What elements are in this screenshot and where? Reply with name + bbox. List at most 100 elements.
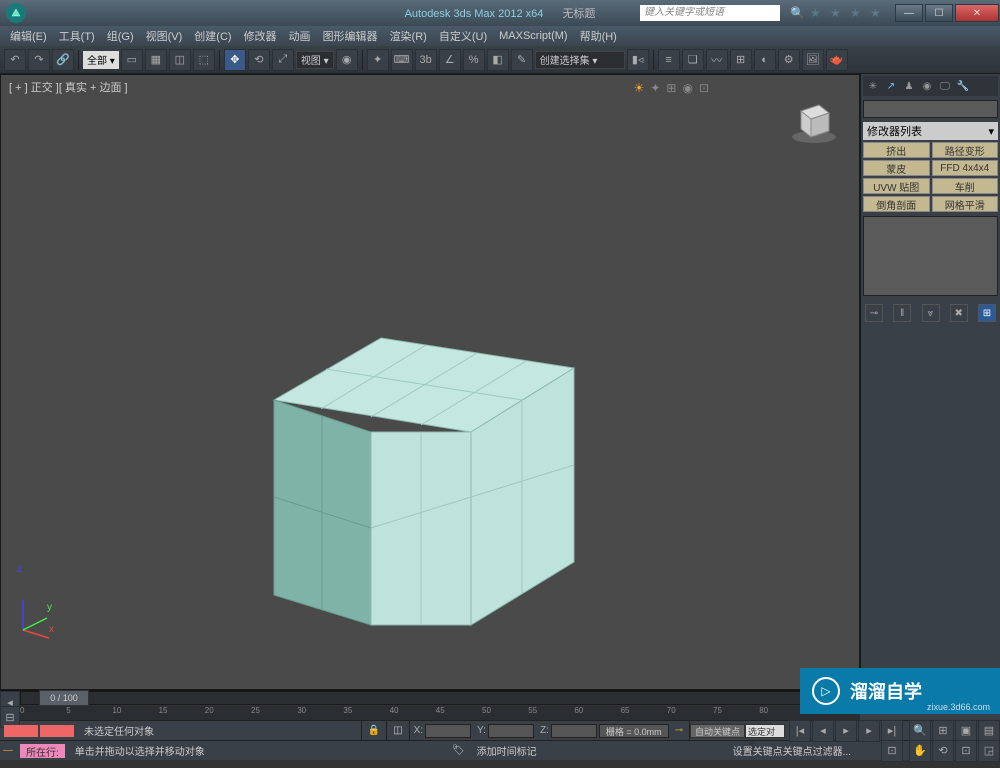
- rotate-icon[interactable]: ⟲: [248, 49, 270, 71]
- sun-icon[interactable]: ☀: [634, 81, 645, 95]
- menu-maxscript[interactable]: MAXScript(M): [493, 30, 573, 42]
- show-end-result-icon[interactable]: ‖: [893, 304, 911, 322]
- time-slider-handle[interactable]: 0 / 100: [39, 690, 89, 706]
- modifier-button[interactable]: 网格平滑: [932, 196, 999, 212]
- keyboard-shortcut-icon[interactable]: ⌨: [391, 49, 413, 71]
- star-icon[interactable]: ★: [830, 6, 844, 20]
- play-icon[interactable]: ▸: [835, 720, 857, 742]
- scene-object-cube[interactable]: [241, 275, 581, 615]
- align-icon[interactable]: ≡: [658, 49, 680, 71]
- motion-tab-icon[interactable]: ◉: [919, 78, 935, 94]
- percent-snap-icon[interactable]: %: [463, 49, 485, 71]
- select-by-name-icon[interactable]: ▦: [145, 49, 167, 71]
- named-selection-set-dropdown[interactable]: 创建选择集 ▾: [535, 51, 625, 69]
- layers-icon[interactable]: ❏: [682, 49, 704, 71]
- close-button[interactable]: ✕: [955, 4, 999, 22]
- time-config-icon[interactable]: ⊡: [881, 740, 903, 762]
- menu-rendering[interactable]: 渲染(R): [384, 28, 433, 44]
- viewcube-icon[interactable]: [789, 95, 839, 145]
- zoom-all-icon[interactable]: ⊞: [932, 720, 954, 742]
- select-object-icon[interactable]: ▭: [121, 49, 143, 71]
- utilities-tab-icon[interactable]: 🔧: [955, 78, 971, 94]
- create-tab-icon[interactable]: ✳: [865, 78, 881, 94]
- viewport-nav-icon[interactable]: ◲: [978, 740, 1000, 762]
- window-crossing-icon[interactable]: ⬚: [193, 49, 215, 71]
- object-name-field[interactable]: [863, 100, 998, 118]
- minimize-button[interactable]: —: [895, 4, 923, 22]
- app-logo-icon[interactable]: ⟁: [6, 3, 26, 23]
- modifier-button[interactable]: 倒角剖面: [863, 196, 930, 212]
- coord-x-field[interactable]: [425, 724, 471, 738]
- script-listener-icon[interactable]: —: [0, 745, 16, 756]
- tool-icon[interactable]: ⊞: [666, 81, 676, 95]
- pin-stack-icon[interactable]: ⊸: [865, 304, 883, 322]
- angle-snap-icon[interactable]: ∠: [439, 49, 461, 71]
- snap-toggle-icon[interactable]: 3b: [415, 49, 437, 71]
- tool-icon[interactable]: ⊡: [699, 81, 709, 95]
- auto-key-button[interactable]: 自动关键点: [690, 724, 745, 738]
- modifier-button[interactable]: 车削: [932, 178, 999, 194]
- undo-icon[interactable]: ↶: [4, 49, 26, 71]
- next-frame-icon[interactable]: ▸: [858, 720, 880, 742]
- time-slider[interactable]: 0 / 100: [20, 691, 860, 705]
- modifier-button[interactable]: 蒙皮: [863, 160, 930, 176]
- selection-filter-dropdown[interactable]: 全部 ▾: [83, 51, 119, 69]
- modifier-list-dropdown[interactable]: 修改器列表▾: [863, 122, 998, 140]
- star-icon[interactable]: ★: [870, 6, 884, 20]
- material-editor-icon[interactable]: ◐: [754, 49, 776, 71]
- goto-start-icon[interactable]: |◂: [789, 720, 811, 742]
- menu-graph-editors[interactable]: 图形编辑器: [317, 28, 384, 44]
- modifier-button[interactable]: 挤出: [863, 142, 930, 158]
- isolate-selection-icon[interactable]: ◫: [387, 721, 409, 740]
- edit-named-sel-icon[interactable]: ✎: [511, 49, 533, 71]
- viewport[interactable]: [ + ] 正交 ][ 真实 + 边面 ] ☀ ✦ ⊞ ◉ ⊡: [0, 74, 860, 690]
- configure-sets-icon[interactable]: ⊞: [978, 304, 996, 322]
- coord-y-field[interactable]: [488, 724, 534, 738]
- render-frame-icon[interactable]: 🖼: [802, 49, 824, 71]
- modifier-stack[interactable]: [863, 216, 998, 296]
- selection-set-field[interactable]: 选定对象: [745, 724, 785, 738]
- move-icon[interactable]: ✥: [224, 49, 246, 71]
- hierarchy-tab-icon[interactable]: ♟: [901, 78, 917, 94]
- pan-icon[interactable]: ✋: [909, 740, 931, 762]
- use-pivot-icon[interactable]: ◉: [336, 49, 358, 71]
- menu-group[interactable]: 组(G): [101, 28, 140, 44]
- tool-icon[interactable]: ◉: [682, 81, 692, 95]
- menu-customize[interactable]: 自定义(U): [433, 28, 493, 44]
- viewcube[interactable]: [789, 95, 839, 145]
- track-bar[interactable]: 0 5 10 15 20 25 30 35 40 45 50 55 60 65 …: [20, 706, 860, 720]
- menu-views[interactable]: 视图(V): [140, 28, 189, 44]
- menu-modifiers[interactable]: 修改器: [238, 28, 283, 44]
- render-icon[interactable]: 🫖: [826, 49, 848, 71]
- coord-z-field[interactable]: [551, 724, 597, 738]
- lock-selection-icon[interactable]: 🔒: [362, 721, 387, 740]
- menu-tools[interactable]: 工具(T): [53, 28, 101, 44]
- modify-tab-icon[interactable]: ↗: [883, 78, 899, 94]
- add-time-tag[interactable]: 添加时间标记: [471, 743, 543, 758]
- manipulate-icon[interactable]: ✦: [367, 49, 389, 71]
- remove-modifier-icon[interactable]: ✖: [950, 304, 968, 322]
- link-icon[interactable]: 🔗: [52, 49, 74, 71]
- menu-create[interactable]: 创建(C): [188, 28, 237, 44]
- light-icon[interactable]: ✦: [650, 81, 660, 95]
- render-setup-icon[interactable]: ⚙: [778, 49, 800, 71]
- prev-frame-icon[interactable]: ◂: [812, 720, 834, 742]
- make-unique-icon[interactable]: ⩔: [922, 304, 940, 322]
- scale-icon[interactable]: ⤢: [272, 49, 294, 71]
- goto-end-icon[interactable]: ▸|: [881, 720, 903, 742]
- key-icon[interactable]: ⊸: [669, 721, 690, 740]
- search-icon[interactable]: 🔍: [790, 6, 804, 20]
- maximize-button[interactable]: ☐: [925, 4, 953, 22]
- key-filters-button[interactable]: 关键点过滤器...: [783, 743, 851, 758]
- menu-edit[interactable]: 编辑(E): [4, 28, 53, 44]
- viewport-label[interactable]: [ + ] 正交 ][ 真实 + 边面 ]: [9, 79, 128, 95]
- modifier-button[interactable]: UVW 贴图: [863, 178, 930, 194]
- set-key-button[interactable]: 设置关键点: [733, 743, 783, 758]
- zoom-icon[interactable]: 🔍: [909, 720, 931, 742]
- ref-coord-dropdown[interactable]: 视图 ▾: [296, 51, 334, 69]
- help-search-input[interactable]: 键入关键字或短语: [640, 5, 780, 21]
- star-icon[interactable]: ★: [850, 6, 864, 20]
- menu-help[interactable]: 帮助(H): [574, 28, 623, 44]
- star-icon[interactable]: ★: [810, 6, 824, 20]
- spinner-snap-icon[interactable]: ◧: [487, 49, 509, 71]
